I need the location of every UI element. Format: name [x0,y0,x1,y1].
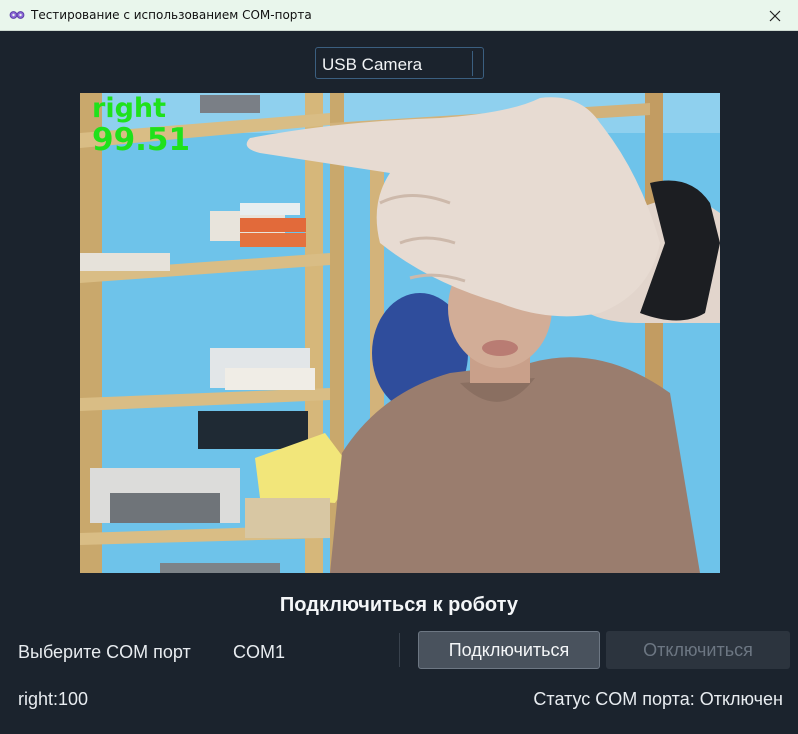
close-icon [769,10,781,21]
close-button[interactable] [752,0,798,31]
gesture-readout: right:100 [18,689,89,709]
camera-video-feed: right 99.51 [80,93,720,573]
detected-class-label: right [92,93,167,124]
connect-heading: Подключиться к роботу [279,594,519,616]
com-status-text: Статус COM порта: Отключен [533,689,783,709]
divider [399,633,400,667]
disconnect-button: Отключиться [606,631,790,669]
title-bar: Тестирование с использованием COM-порта [0,0,798,31]
camera-frame-image [80,93,720,573]
connect-button[interactable]: Подключиться [418,631,600,669]
window-title: Тестирование с использованием COM-порта [31,8,312,22]
camera-select[interactable]: USB Camera [315,47,484,79]
confidence-label: 99.51 [92,122,191,158]
com-port-select[interactable]: COM1 [233,642,285,663]
infinity-glasses-icon [9,11,25,19]
com-port-label: Выберите COM порт [18,642,191,662]
dropdown-divider [472,51,473,76]
camera-select-value: USB Camera [322,55,423,74]
